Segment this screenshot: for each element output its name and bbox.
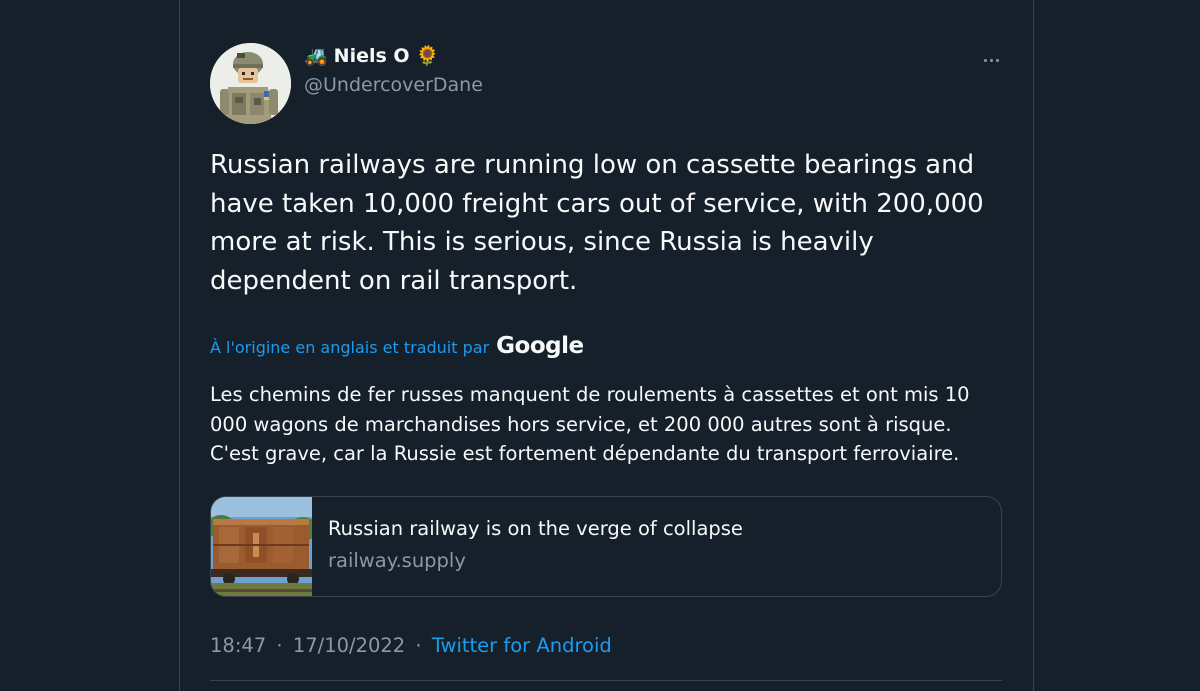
link-card-thumbnail xyxy=(211,497,317,596)
translation-link[interactable]: À l'origine en anglais et traduit par xyxy=(210,338,489,357)
more-dot-icon xyxy=(989,58,993,62)
author-display-name[interactable]: 🚜 Niels O 🌻 xyxy=(304,44,440,68)
tweet-time[interactable]: 18:47 xyxy=(210,634,266,657)
timeline-left-border xyxy=(179,0,180,691)
translated-text: Les chemins de fer russes manquent de ro… xyxy=(210,383,970,465)
translation-attribution: À l'origine en anglais et traduit par Go… xyxy=(210,333,584,359)
sunflower-icon: 🌻 xyxy=(415,45,440,67)
tweet-date[interactable]: 17/10/2022 xyxy=(293,634,405,657)
meta-separator: · xyxy=(415,634,422,657)
google-logo: Google xyxy=(496,333,584,359)
tweet-metadata: 18:47 · 17/10/2022 · Twitter for Android xyxy=(210,634,612,657)
author-name-text: Niels O xyxy=(333,44,410,67)
tractor-icon: 🚜 xyxy=(304,45,328,67)
more-options-button[interactable] xyxy=(976,48,1006,72)
author-avatar[interactable] xyxy=(210,43,291,124)
more-dot-icon xyxy=(995,58,999,62)
timeline-right-border xyxy=(1033,0,1034,691)
meta-separator: · xyxy=(276,634,283,657)
link-card-title: Russian railway is on the verge of colla… xyxy=(328,517,743,540)
tweet-divider xyxy=(210,680,1002,681)
soldier-minifigure-icon xyxy=(210,43,291,124)
rusty-freight-car-image xyxy=(211,497,317,596)
author-handle[interactable]: @UndercoverDane xyxy=(304,74,483,96)
tweet-text: Russian railways are running low on cass… xyxy=(210,150,984,296)
link-card-domain: railway.supply xyxy=(328,549,466,572)
link-preview-card[interactable]: Russian railway is on the verge of colla… xyxy=(210,496,1002,597)
more-dot-icon xyxy=(983,58,987,62)
tweet-source-link[interactable]: Twitter for Android xyxy=(432,634,612,657)
